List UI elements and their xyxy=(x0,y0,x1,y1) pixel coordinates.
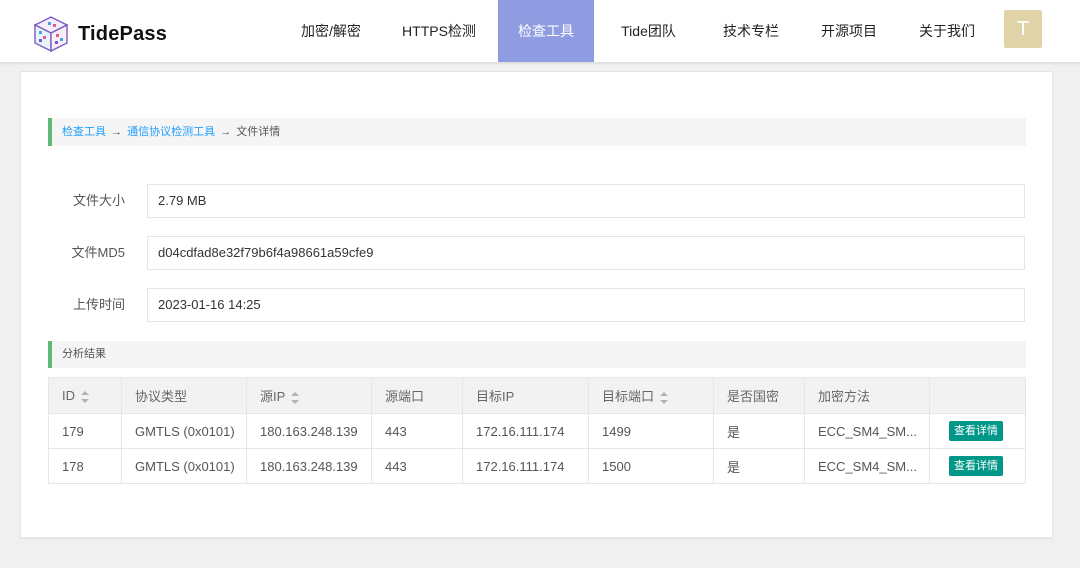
cell-national-crypto: 是 xyxy=(713,448,805,484)
file-md5-field: d04cdfad8e32f79b6f4a98661a59cfe9 xyxy=(147,236,1025,270)
cube-logo-icon[interactable] xyxy=(33,15,69,53)
nav-item-open-source[interactable]: 开源项目 xyxy=(799,0,899,62)
main-nav: 加密/解密 HTTPS检测 检查工具 Tide团队 技术专栏 开源项目 关于我们 xyxy=(282,0,995,62)
column-header-label: ID xyxy=(62,388,75,403)
column-header-label: 目标IP xyxy=(476,389,515,404)
column-header-cipher: 加密方法 xyxy=(804,377,930,414)
column-header-dst-port[interactable]: 目标端口 xyxy=(588,377,714,414)
cell-dst-port: 1500 xyxy=(588,448,714,484)
table-row: 179 GMTLS (0x0101) 180.163.248.139 443 1… xyxy=(48,413,1026,449)
column-header-label: 源端口 xyxy=(385,389,425,404)
cell-src-port: 443 xyxy=(371,448,463,484)
brand-name[interactable]: TidePass xyxy=(78,23,167,46)
cell-protocol: GMTLS (0x0101) xyxy=(121,448,247,484)
view-details-button[interactable]: 查看详情 xyxy=(949,421,1003,441)
cell-src-ip: 180.163.248.139 xyxy=(246,413,372,449)
analysis-results-title: 分析结果 xyxy=(48,341,1026,368)
column-header-dst-ip: 目标IP xyxy=(462,377,589,414)
results-table: ID 协议类型 源IP 源端口 目标IP 目标端口 是否国密 加密方法 179 … xyxy=(48,377,1026,484)
user-avatar[interactable]: T xyxy=(1004,10,1042,48)
column-header-label: 目标端口 xyxy=(602,389,655,404)
sort-icon[interactable] xyxy=(291,391,300,404)
file-md5-label: 文件MD5 xyxy=(71,245,125,260)
nav-item-https-check[interactable]: HTTPS检测 xyxy=(380,0,498,62)
cell-dst-port: 1499 xyxy=(588,413,714,449)
nav-item-encrypt-decrypt[interactable]: 加密/解密 xyxy=(282,0,380,62)
upload-time-label: 上传时间 xyxy=(72,297,125,312)
file-detail-card: 检查工具 → 通信协议检测工具 → 文件详情 文件大小 2.79 MB 文件MD… xyxy=(20,71,1053,538)
column-header-label: 协议类型 xyxy=(135,389,188,404)
table-row: 178 GMTLS (0x0101) 180.163.248.139 443 1… xyxy=(48,448,1026,484)
cell-dst-ip: 172.16.111.174 xyxy=(462,413,589,449)
breadcrumb: 检查工具 → 通信协议检测工具 → 文件详情 xyxy=(48,118,1026,146)
column-header-label: 是否国密 xyxy=(727,389,780,404)
cell-national-crypto: 是 xyxy=(713,413,805,449)
breadcrumb-check-tools[interactable]: 检查工具 xyxy=(62,126,106,138)
sort-icon[interactable] xyxy=(660,391,669,404)
column-header-src-port: 源端口 xyxy=(371,377,463,414)
cell-src-port: 443 xyxy=(371,413,463,449)
breadcrumb-current: 文件详情 xyxy=(236,126,281,138)
nav-item-about-us[interactable]: 关于我们 xyxy=(899,0,995,62)
cell-dst-ip: 172.16.111.174 xyxy=(462,448,589,484)
cell-src-ip: 180.163.248.139 xyxy=(246,448,372,484)
upload-time-field: 2023-01-16 14:25 xyxy=(147,288,1025,322)
breadcrumb-separator: → xyxy=(220,126,232,138)
cell-id: 178 xyxy=(48,448,122,484)
cell-id: 179 xyxy=(48,413,122,449)
nav-item-tech-column[interactable]: 技术专栏 xyxy=(703,0,799,62)
view-details-button[interactable]: 查看详情 xyxy=(949,456,1003,476)
table-header-row: ID 协议类型 源IP 源端口 目标IP 目标端口 是否国密 加密方法 xyxy=(48,377,1026,414)
breadcrumb-separator: → xyxy=(111,126,123,138)
nav-item-check-tools[interactable]: 检查工具 xyxy=(498,0,594,62)
column-header-action xyxy=(929,377,1026,414)
column-header-label: 源IP xyxy=(260,389,286,404)
column-header-id[interactable]: ID xyxy=(48,377,122,414)
cell-cipher: ECC_SM4_SM... xyxy=(804,448,930,484)
sort-icon[interactable] xyxy=(81,390,89,403)
cell-cipher: ECC_SM4_SM... xyxy=(804,413,930,449)
top-header: TidePass 加密/解密 HTTPS检测 检查工具 Tide团队 技术专栏 … xyxy=(0,0,1080,62)
file-size-label: 文件大小 xyxy=(72,193,125,208)
nav-item-tide-team[interactable]: Tide团队 xyxy=(594,0,703,62)
file-size-field: 2.79 MB xyxy=(147,184,1025,218)
cell-action: 查看详情 xyxy=(929,448,1026,484)
column-header-label: 加密方法 xyxy=(818,389,871,404)
column-header-src-ip[interactable]: 源IP xyxy=(246,377,372,414)
breadcrumb-protocol-tool[interactable]: 通信协议检测工具 xyxy=(127,126,215,138)
column-header-national-crypto: 是否国密 xyxy=(713,377,805,414)
cell-action: 查看详情 xyxy=(929,413,1026,449)
cell-protocol: GMTLS (0x0101) xyxy=(121,413,247,449)
column-header-protocol: 协议类型 xyxy=(121,377,247,414)
